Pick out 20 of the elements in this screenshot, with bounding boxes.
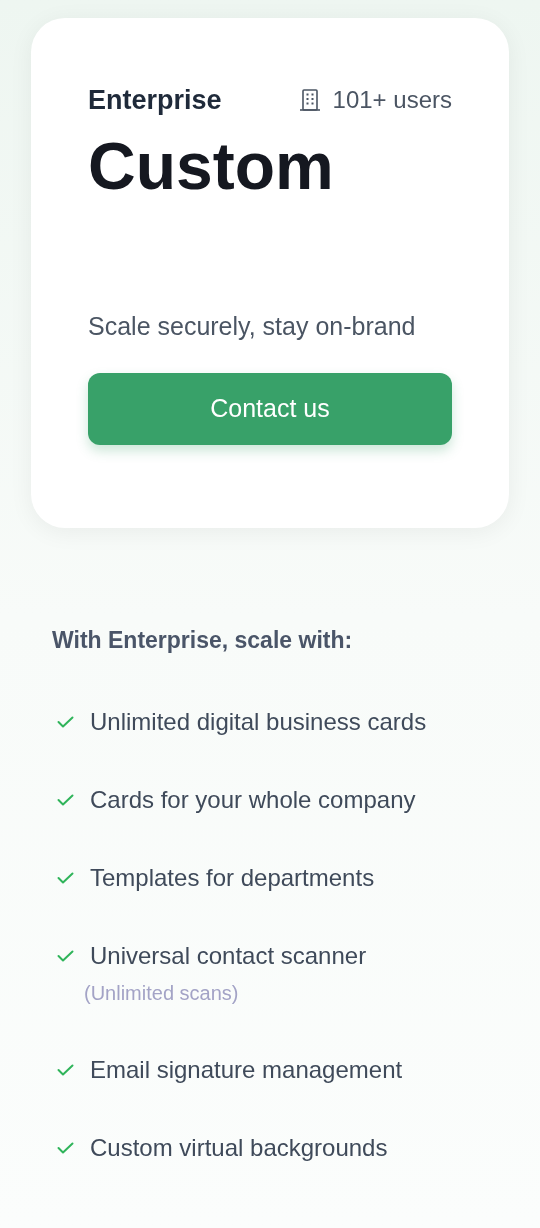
building-icon [298, 88, 321, 113]
check-icon [57, 1063, 74, 1076]
feature-text: Custom virtual backgrounds [90, 1132, 388, 1163]
feature-text: Templates for departments [90, 862, 375, 893]
check-icon [57, 871, 74, 884]
contact-button[interactable]: Contact us [88, 373, 452, 446]
check-icon [57, 949, 74, 962]
features-heading: With Enterprise, scale with: [52, 626, 354, 655]
check-icon [57, 1141, 74, 1154]
plan-name: Enterprise [88, 84, 222, 117]
check-icon [57, 793, 74, 806]
feature-note: (Unlimited scans) [83, 980, 240, 1006]
price: Custom [88, 127, 335, 205]
check-icon [57, 715, 74, 728]
feature-text: Email signature management [90, 1054, 403, 1085]
feature-text: Cards for your whole company [90, 784, 416, 815]
user-count: 101+ users [332, 85, 452, 116]
tagline: Scale securely, stay on-brand [88, 310, 417, 342]
feature-text: Universal contact scanner [90, 940, 367, 971]
feature-text: Unlimited digital business cards [90, 706, 427, 737]
